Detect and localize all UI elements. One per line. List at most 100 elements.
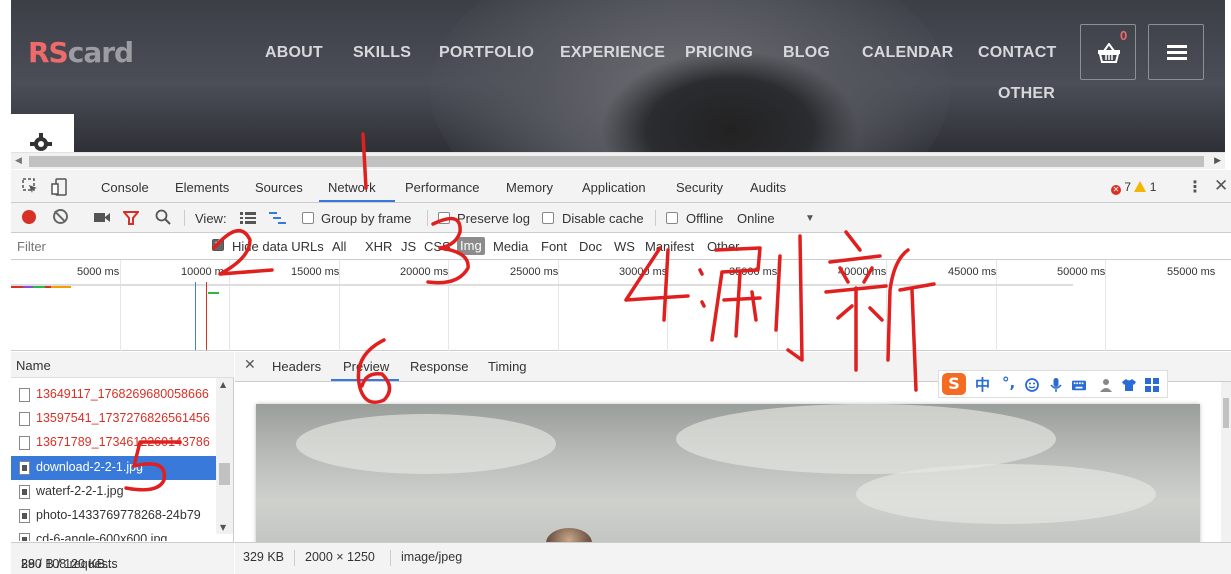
error-count: 7	[1124, 180, 1132, 194]
nav-experience[interactable]: EXPERIENCE	[560, 44, 665, 62]
filter-type-other[interactable]: Other	[707, 239, 740, 254]
nav-about[interactable]: ABOUT	[265, 44, 323, 62]
scroll-left-icon[interactable]: ◀	[15, 156, 22, 166]
error-warning-counter[interactable]: ✕ 7 1	[1111, 180, 1156, 195]
ime-punctuation[interactable]: °,	[1002, 374, 1015, 392]
tab-security[interactable]: Security	[676, 180, 723, 195]
request-row[interactable]: 13597541_1737276826561456	[11, 407, 216, 431]
scrollbar-thumb[interactable]	[1223, 398, 1229, 428]
screenshot-capture-icon[interactable]	[93, 211, 111, 224]
throttling-select[interactable]: Online	[737, 211, 775, 226]
filter-icon[interactable]	[123, 210, 139, 226]
emoji-icon[interactable]	[1025, 378, 1039, 392]
image-info-bar: 329 KB 2000 × 1250 image/jpeg	[235, 542, 1231, 574]
tab-console[interactable]: Console	[101, 180, 149, 195]
tab-response[interactable]: Response	[410, 359, 469, 374]
request-name: photo-1433769778268-24b79	[36, 508, 201, 522]
hide-data-urls-checkbox[interactable]	[212, 237, 224, 251]
network-summary-bar: 39 / 108 requests I 280 B / 120 KB...	[11, 542, 234, 574]
hide-data-urls-label: Hide data URLs	[232, 239, 324, 254]
filter-type-media[interactable]: Media	[493, 239, 528, 254]
site-logo[interactable]: RScard	[28, 36, 134, 69]
warning-count: 1	[1149, 180, 1157, 194]
scroll-right-icon[interactable]: ▶	[1214, 156, 1221, 166]
tab-network[interactable]: Network	[328, 180, 376, 195]
filter-type-css[interactable]: CSS	[424, 239, 451, 254]
filter-type-font[interactable]: Font	[541, 239, 567, 254]
preview-cloud	[856, 464, 1156, 524]
tab-memory[interactable]: Memory	[506, 180, 553, 195]
menu-button[interactable]	[1148, 24, 1204, 80]
close-icon[interactable]: ✕	[1214, 176, 1228, 196]
nav-pricing[interactable]: PRICING	[685, 44, 753, 62]
filter-type-manifest[interactable]: Manifest	[645, 239, 694, 254]
nav-portfolio[interactable]: PORTFOLIO	[439, 44, 534, 62]
filter-type-all[interactable]: All	[332, 239, 346, 254]
scroll-up-icon[interactable]: ▲	[220, 380, 226, 389]
more-options-icon[interactable]: ⋮	[1187, 177, 1203, 196]
tab-sources[interactable]: Sources	[255, 180, 303, 195]
filter-type-xhr[interactable]: XHR	[365, 239, 392, 254]
scrollbar-thumb[interactable]	[219, 463, 230, 485]
request-row-selected[interactable]: download-2-2-1.jpg	[11, 456, 216, 480]
close-icon[interactable]: ✕	[244, 357, 256, 373]
request-row[interactable]: 13649117_1768269680058666	[11, 383, 216, 407]
filter-type-img[interactable]: Img	[457, 237, 485, 255]
tab-audits[interactable]: Audits	[750, 180, 786, 195]
scrollbar-thumb[interactable]	[29, 156, 1204, 167]
nav-contact[interactable]: CONTACT	[978, 44, 1056, 62]
tab-performance[interactable]: Performance	[405, 180, 479, 195]
waterfall-view-icon[interactable]	[269, 212, 287, 224]
nav-calendar[interactable]: CALENDAR	[862, 44, 953, 62]
request-row[interactable]: cd-6-angle-600x600.jpg	[11, 528, 216, 541]
chevron-down-icon[interactable]: ▼	[805, 213, 815, 224]
record-button[interactable]	[22, 210, 36, 224]
request-list-scrollbar[interactable]: ▲ ▼	[216, 378, 233, 534]
name-column-header[interactable]: Name	[11, 352, 234, 378]
preview-scrollbar[interactable]	[1221, 382, 1231, 542]
disable-cache-checkbox[interactable]	[542, 212, 554, 224]
ime-toolbar[interactable]: S 中 °,	[938, 370, 1168, 398]
preserve-log-checkbox[interactable]	[438, 212, 450, 224]
image-file-icon	[19, 533, 30, 541]
ime-logo[interactable]: S	[942, 373, 966, 395]
offline-checkbox[interactable]	[666, 212, 678, 224]
microphone-icon[interactable]	[1049, 378, 1063, 392]
filter-type-doc[interactable]: Doc	[579, 239, 602, 254]
skin-shirt-icon[interactable]	[1122, 378, 1136, 392]
tab-preview[interactable]: Preview	[343, 359, 389, 374]
devtools-tabbar: Console Elements Sources Network Perform…	[11, 170, 1231, 203]
cart-count-badge: 0	[1120, 28, 1128, 43]
device-toolbar-icon[interactable]	[51, 178, 67, 196]
nav-skills[interactable]: SKILLS	[353, 44, 411, 62]
info-separator	[390, 550, 391, 566]
ime-chinese-mode[interactable]: 中	[975, 374, 990, 395]
settings-tab[interactable]	[11, 114, 74, 152]
tab-timing[interactable]: Timing	[488, 359, 527, 374]
filter-input[interactable]	[11, 235, 201, 257]
nav-blog[interactable]: BLOG	[783, 44, 830, 62]
timeline-overview[interactable]: 5000 ms 10000 ms 15000 ms 20000 ms 25000…	[11, 260, 1231, 351]
request-row[interactable]: photo-1433769778268-24b79	[11, 504, 216, 528]
group-by-frame-checkbox[interactable]	[302, 212, 314, 224]
timeline-label: 15000 ms	[291, 266, 340, 278]
request-row[interactable]: waterf-2-2-1.jpg	[11, 480, 216, 504]
tab-application[interactable]: Application	[582, 180, 646, 195]
keyboard-icon[interactable]	[1072, 378, 1086, 392]
user-icon[interactable]	[1099, 378, 1113, 392]
request-row[interactable]: 13671789_1734612260143786	[11, 431, 216, 455]
filter-type-ws[interactable]: WS	[614, 239, 635, 254]
clear-icon[interactable]	[53, 209, 68, 224]
tab-headers[interactable]: Headers	[272, 359, 321, 374]
page-horizontal-scrollbar[interactable]: ◀ ▶	[11, 152, 1225, 169]
timeline-track	[11, 284, 1073, 286]
large-rows-icon[interactable]	[240, 212, 256, 224]
search-icon[interactable]	[155, 209, 171, 225]
cart-button[interactable]	[1080, 24, 1136, 80]
toolbox-grid-icon[interactable]	[1145, 378, 1159, 392]
nav-other[interactable]: OTHER	[998, 85, 1055, 103]
filter-type-js[interactable]: JS	[401, 239, 416, 254]
tab-elements[interactable]: Elements	[175, 180, 229, 195]
inspect-element-icon[interactable]	[22, 178, 38, 194]
scroll-down-icon[interactable]: ▼	[220, 523, 226, 532]
